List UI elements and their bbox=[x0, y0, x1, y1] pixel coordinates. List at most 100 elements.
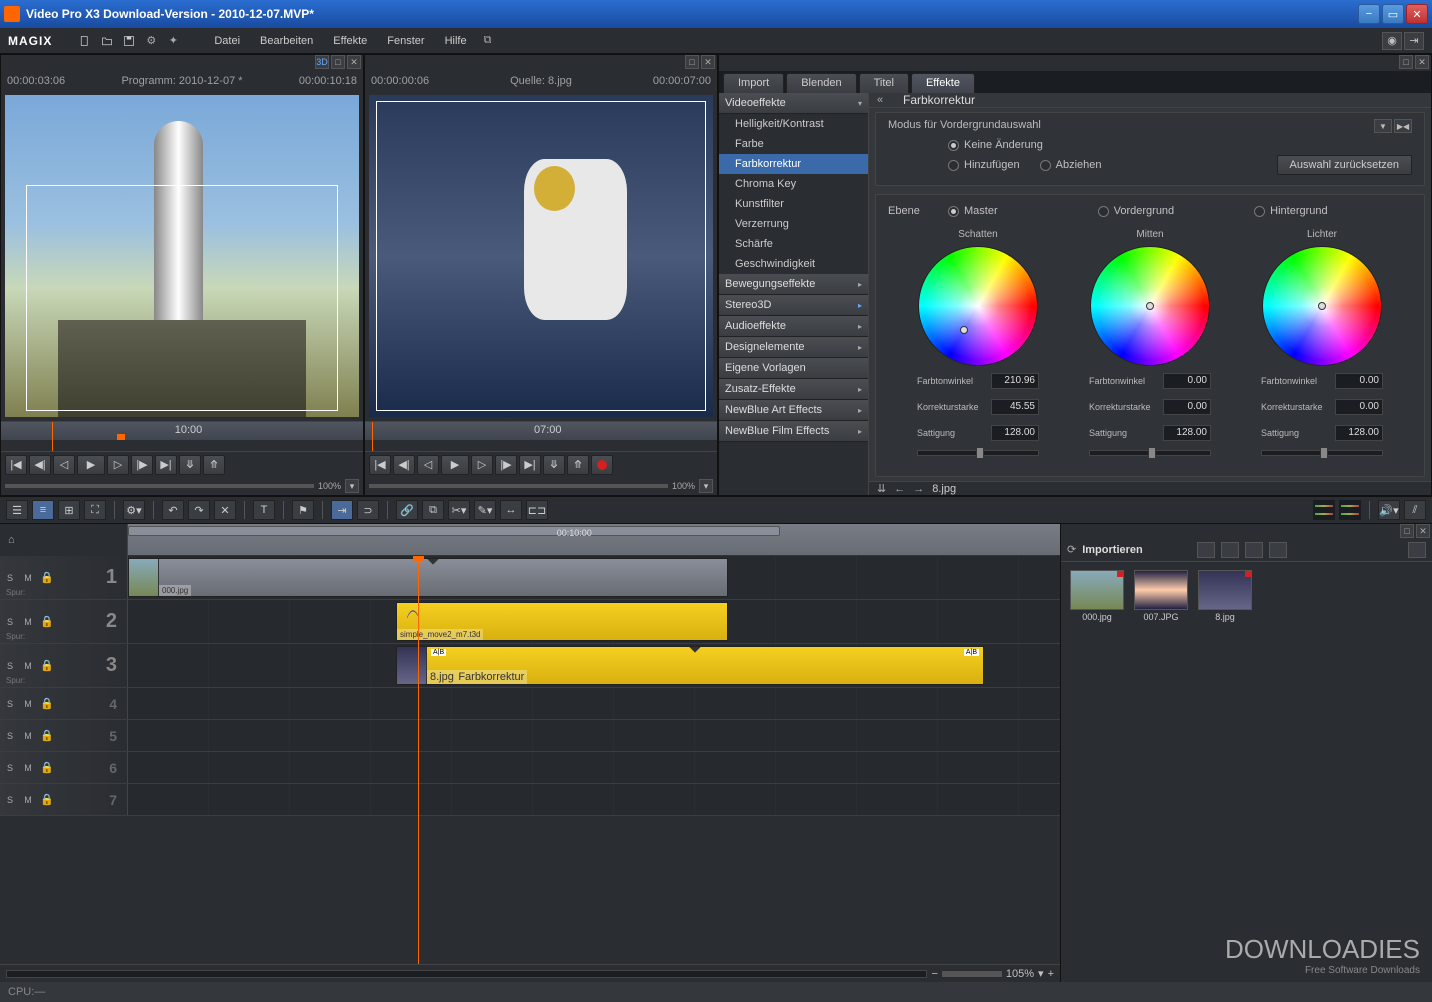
frame-fwd-icon[interactable]: ▷ bbox=[471, 455, 493, 475]
thumb-007[interactable]: 007.JPG bbox=[1133, 570, 1189, 622]
cat-bewegung[interactable]: Bewegungseffekte▸ bbox=[719, 274, 868, 295]
radio-master[interactable]: Master bbox=[948, 205, 998, 217]
disc-icon[interactable]: ◉ bbox=[1382, 32, 1402, 50]
item-helligkeit[interactable]: Helligkeit/Kontrast bbox=[719, 114, 868, 134]
link-icon[interactable]: 🔗 bbox=[396, 500, 418, 520]
thumb-000[interactable]: 000.jpg bbox=[1069, 570, 1125, 622]
source-video[interactable] bbox=[369, 95, 713, 417]
mitten-starke-value[interactable]: 0.00 bbox=[1163, 399, 1211, 415]
solo-button[interactable]: S bbox=[4, 573, 16, 583]
menu-fenster[interactable]: Fenster bbox=[379, 31, 432, 51]
stretch-icon[interactable]: ↔ bbox=[500, 500, 522, 520]
timeline-ruler[interactable]: 00:10:00 bbox=[128, 524, 1060, 556]
tab-effekte[interactable]: Effekte bbox=[911, 73, 975, 93]
program-zoom-slider[interactable] bbox=[5, 484, 314, 488]
panel-max-icon[interactable]: □ bbox=[331, 55, 345, 69]
import-tool-1-icon[interactable] bbox=[1197, 542, 1215, 558]
lichter-starke-value[interactable]: 0.00 bbox=[1335, 399, 1383, 415]
view-film-icon[interactable]: ⛶ bbox=[84, 500, 106, 520]
zoom-dropdown-icon[interactable]: ▾ bbox=[345, 479, 359, 493]
snap-icon[interactable]: ⊃ bbox=[357, 500, 379, 520]
razor-dropdown-icon[interactable]: ✎▾ bbox=[474, 500, 496, 520]
text-tool-icon[interactable]: T bbox=[253, 500, 275, 520]
cat-newblue-film[interactable]: NewBlue Film Effects▸ bbox=[719, 421, 868, 442]
radio-keine-aenderung[interactable]: Keine Änderung bbox=[948, 139, 1043, 151]
frame-back-icon[interactable]: ◁ bbox=[417, 455, 439, 475]
clip-video-1[interactable]: 000.jpg bbox=[128, 558, 728, 597]
mute-button[interactable]: M bbox=[22, 661, 34, 671]
zoom-fit-icon[interactable]: ▾ bbox=[1038, 967, 1044, 980]
tab-blenden[interactable]: Blenden bbox=[786, 73, 856, 93]
speaker-icon[interactable]: 🔊▾ bbox=[1378, 500, 1400, 520]
panel-close-icon[interactable]: ✕ bbox=[1416, 524, 1430, 538]
footer-next-icon[interactable]: → bbox=[913, 483, 924, 495]
play-button[interactable]: ▶ bbox=[441, 455, 469, 475]
goto-end-icon[interactable]: ▶| bbox=[155, 455, 177, 475]
import-view-icon[interactable] bbox=[1408, 542, 1426, 558]
redo-button[interactable]: ↷ bbox=[188, 500, 210, 520]
view-timeline-icon[interactable]: ≡ bbox=[32, 500, 54, 520]
cat-videoeffekte[interactable]: Videoeffekte▾ bbox=[719, 93, 868, 114]
frame-fwd-icon[interactable]: ▷ bbox=[107, 455, 129, 475]
lock-icon[interactable]: 🔒 bbox=[40, 615, 50, 628]
radio-hinzufuegen[interactable]: Hinzufügen bbox=[948, 159, 1020, 171]
thumb-8[interactable]: 8.jpg bbox=[1197, 570, 1253, 622]
radio-abziehen[interactable]: Abziehen bbox=[1040, 159, 1102, 171]
source-scrubber[interactable]: 07:00 bbox=[365, 421, 717, 451]
step-fwd-icon[interactable]: |▶ bbox=[131, 455, 153, 475]
cat-stereo3d[interactable]: Stereo3D▸ bbox=[719, 295, 868, 316]
cat-zusatz[interactable]: Zusatz-Effekte▸ bbox=[719, 379, 868, 400]
panel-max-icon[interactable]: □ bbox=[1399, 55, 1413, 69]
mark-in-icon[interactable]: ⤋ bbox=[543, 455, 565, 475]
item-geschwindigkeit[interactable]: Geschwindigkeit bbox=[719, 254, 868, 274]
close-button[interactable]: ✕ bbox=[1406, 4, 1428, 24]
color-wheel-lichter[interactable] bbox=[1262, 246, 1382, 366]
item-verzerrung[interactable]: Verzerrung bbox=[719, 214, 868, 234]
footer-collapse-icon[interactable]: ⇊ bbox=[877, 482, 886, 495]
new-icon[interactable] bbox=[76, 32, 94, 50]
home-icon[interactable]: ⌂ bbox=[8, 534, 15, 546]
lichter-sat-value[interactable]: 128.00 bbox=[1335, 425, 1383, 441]
gear-icon[interactable]: ⚙ bbox=[142, 32, 160, 50]
schatten-sat-slider[interactable] bbox=[917, 450, 1039, 456]
lock-icon[interactable]: 🔒 bbox=[40, 571, 50, 584]
clip-image-3[interactable]: A|B A|B 8.jpg Farbkorrektur bbox=[396, 646, 984, 685]
goto-start-icon[interactable]: |◀ bbox=[5, 455, 27, 475]
refresh-icon[interactable]: ⟳ bbox=[1067, 543, 1076, 556]
mute-button[interactable]: M bbox=[22, 573, 34, 583]
lichter-sat-slider[interactable] bbox=[1261, 450, 1383, 456]
zoom-out-icon[interactable]: − bbox=[931, 968, 937, 980]
back-icon[interactable]: « bbox=[877, 94, 895, 106]
goto-end-icon[interactable]: ▶| bbox=[519, 455, 541, 475]
step-back-icon[interactable]: ◀| bbox=[29, 455, 51, 475]
reset-selection-button[interactable]: Auswahl zurücksetzen bbox=[1277, 155, 1412, 175]
group-icon[interactable]: ⧉ bbox=[422, 500, 444, 520]
source-zoom-slider[interactable] bbox=[369, 484, 668, 488]
mute-button[interactable]: M bbox=[22, 617, 34, 627]
zoom-dropdown-icon[interactable]: ▾ bbox=[699, 479, 713, 493]
export-icon[interactable]: ⇥ bbox=[1404, 32, 1424, 50]
item-farbe[interactable]: Farbe bbox=[719, 134, 868, 154]
timeline-zoom-slider[interactable] bbox=[942, 971, 1002, 977]
menu-bearbeiten[interactable]: Bearbeiten bbox=[252, 31, 321, 51]
delete-button[interactable]: ✕ bbox=[214, 500, 236, 520]
import-tool-4-icon[interactable] bbox=[1269, 542, 1287, 558]
section-collapse-icon[interactable]: ▼ bbox=[1374, 119, 1392, 133]
mixer-icon[interactable]: ⫽ bbox=[1404, 500, 1426, 520]
cat-audio[interactable]: Audioeffekte▸ bbox=[719, 316, 868, 337]
zoom-in-icon[interactable]: + bbox=[1048, 968, 1054, 980]
cat-eigene[interactable]: Eigene Vorlagen bbox=[719, 358, 868, 379]
undo-button[interactable]: ↶ bbox=[162, 500, 184, 520]
solo-button[interactable]: S bbox=[4, 661, 16, 671]
radio-hintergrund[interactable]: Hintergrund bbox=[1254, 205, 1327, 217]
radio-vordergrund[interactable]: Vordergrund bbox=[1098, 205, 1175, 217]
color-wheel-mitten[interactable] bbox=[1090, 246, 1210, 366]
color-wheel-schatten[interactable] bbox=[918, 246, 1038, 366]
item-farbkorrektur[interactable]: Farbkorrektur bbox=[719, 154, 868, 174]
ripple-icon[interactable]: ⇥ bbox=[331, 500, 353, 520]
minimize-button[interactable]: − bbox=[1358, 4, 1380, 24]
trim-icon[interactable]: ⊏⊐ bbox=[526, 500, 548, 520]
import-tool-2-icon[interactable] bbox=[1221, 542, 1239, 558]
panel-3d-icon[interactable]: 3D bbox=[315, 55, 329, 69]
view-list-icon[interactable]: ☰ bbox=[6, 500, 28, 520]
